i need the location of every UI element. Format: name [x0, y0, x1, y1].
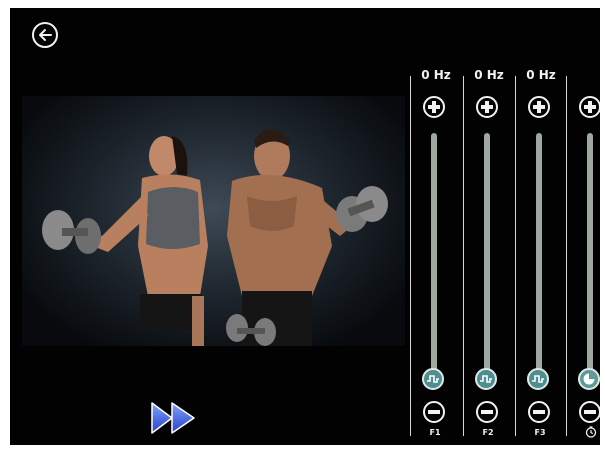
dumbbell-right: [336, 186, 388, 232]
slider-track[interactable]: [587, 133, 593, 378]
slider-track[interactable]: [484, 133, 490, 378]
channel-label: F3: [534, 428, 546, 437]
frequency-label: 0 Hz: [474, 68, 504, 82]
pie-icon: [583, 373, 595, 385]
main-screen: 0 Hz F1 0 Hz F2 0 Hz F3: [10, 8, 600, 445]
frequency-label: 0 Hz: [526, 68, 556, 82]
channel-divider: [515, 76, 516, 436]
channel-label: F1: [429, 428, 441, 437]
increase-button[interactable]: [423, 96, 445, 118]
square-wave-icon: [532, 375, 544, 383]
channel-label: F2: [482, 428, 494, 437]
fast-forward-icon: [151, 402, 195, 434]
eq-channel-f1: 0 Hz F1: [410, 8, 460, 445]
channel-divider: [566, 76, 567, 436]
slider-track[interactable]: [431, 133, 437, 378]
square-wave-icon: [427, 375, 439, 383]
slider-track[interactable]: [536, 133, 542, 378]
frequency-label: 0 Hz: [421, 68, 451, 82]
decrease-button[interactable]: [423, 401, 445, 423]
decrease-button[interactable]: [528, 401, 550, 423]
square-wave-icon: [480, 375, 492, 383]
slider-knob[interactable]: [475, 368, 497, 390]
channel-divider: [410, 76, 411, 436]
back-button[interactable]: [32, 22, 58, 48]
timer-icon: [585, 426, 597, 438]
eq-channel-f2: 0 Hz F2: [463, 8, 513, 445]
channel-divider: [463, 76, 464, 436]
decrease-button[interactable]: [476, 401, 498, 423]
increase-button[interactable]: [476, 96, 498, 118]
increase-button[interactable]: [528, 96, 550, 118]
man-figure: [227, 129, 362, 346]
eq-channel-timer: [566, 8, 600, 445]
eq-channel-f3: 0 Hz F3: [515, 8, 565, 445]
increase-button[interactable]: [579, 96, 600, 118]
arrow-left-icon: [39, 29, 52, 41]
play-button[interactable]: [150, 400, 198, 436]
decrease-button[interactable]: [579, 401, 600, 423]
slider-knob[interactable]: [578, 368, 600, 390]
slider-knob[interactable]: [527, 368, 549, 390]
slider-knob[interactable]: [422, 368, 444, 390]
fitness-photo: [22, 96, 405, 346]
dumbbell-left: [42, 210, 101, 254]
